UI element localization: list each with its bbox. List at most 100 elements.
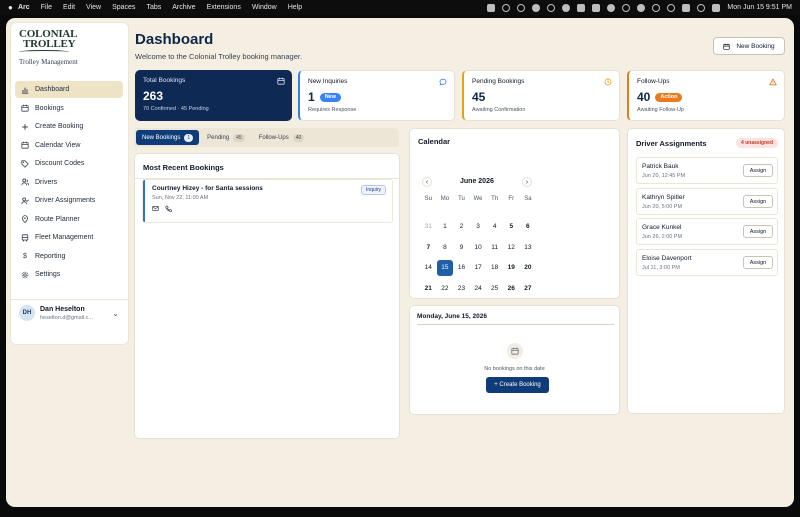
driver-assignment-row[interactable]: Patrick Bauk Jun 20, 12:45 PM Assign [636,157,778,184]
wifi-icon[interactable] [667,3,676,12]
calendar-day[interactable]: 9 [453,237,470,258]
calendar-day[interactable]: 26 [503,278,520,299]
calendar-day[interactable]: 31 [420,217,437,238]
tray-app-icon[interactable] [532,3,541,12]
status-badge: New [319,92,341,102]
tray-app-icon[interactable] [592,3,601,12]
calendar-day[interactable]: 21 [420,278,437,299]
sidebar-item-settings[interactable]: Settings [15,266,123,283]
tray-app-icon[interactable] [607,3,616,12]
tray-app-icon[interactable] [517,3,526,12]
stat-card-total-bookings[interactable]: Total Bookings 263 70 Confirmed · 45 Pen… [135,70,292,121]
calendar-day[interactable]: 24 [470,278,487,299]
sidebar-item-discount-codes[interactable]: Discount Codes [15,155,123,172]
menu-arc[interactable]: Arc [18,4,30,11]
tray-app-icon[interactable] [547,3,556,12]
sidebar-item-drivers[interactable]: Drivers [15,174,123,191]
calendar-day[interactable]: 11 [486,237,503,258]
calendar-day[interactable]: 8 [437,237,454,258]
sidebar-item-route-planner[interactable]: Route Planner [15,211,123,228]
play-icon[interactable] [652,3,661,12]
calendar-day[interactable]: 19 [503,258,520,279]
menu-edit[interactable]: Edit [63,4,75,11]
control-center-icon[interactable] [712,3,721,12]
calendar-day[interactable]: 23 [453,278,470,299]
assign-button[interactable]: Assign [743,164,773,177]
menu-view[interactable]: View [86,4,101,11]
calendar-day[interactable]: 18 [486,258,503,279]
calendar-weekday: Th [491,196,499,202]
calendar-day[interactable]: 22 [437,278,454,299]
menu-spaces[interactable]: Spaces [112,4,135,11]
stat-card-pending-bookings[interactable]: Pending Bookings 45 Awaiting Confirmatio… [462,70,620,121]
new-booking-button[interactable]: New Booking [713,37,785,55]
driver-assignment-row[interactable]: Grace Kunkel Jun 26, 2:00 PM Assign [636,218,778,245]
assign-button[interactable]: Assign [743,225,773,238]
tray-app-icon[interactable] [622,3,631,12]
calendar-day[interactable]: 4 [486,217,503,238]
tray-app-icon[interactable] [487,3,496,12]
colonial-trolley-logo[interactable]: COLONIAL TROLLEY Trolley Management [19,29,78,66]
calendar-day[interactable]: 20 [520,258,537,279]
calendar-day[interactable]: 6 [520,217,537,238]
calendar-day[interactable]: 14 [420,258,437,279]
tray-app-icon[interactable] [502,3,511,12]
sidebar-item-fleet-management[interactable]: Fleet Management [15,229,123,246]
menu-window[interactable]: Window [252,4,277,11]
calendar-day[interactable]: 5 [503,217,520,238]
tray-app-icon[interactable] [577,3,586,12]
menu-tabs[interactable]: Tabs [146,4,161,11]
calendar-day-selected[interactable]: 15 [436,258,454,279]
calendar-weekday: Fr [508,196,515,202]
calendar-day[interactable]: 16 [453,258,470,279]
menubar-clock[interactable]: Mon Jun 15 9:51 PM [727,4,792,11]
recent-bookings-panel: Most Recent Bookings Courtney Hizey - fo… [134,153,400,439]
chevron-left-icon[interactable]: ‹ [422,177,432,187]
calendar-day[interactable]: 1 [437,217,454,238]
calendar-day-number: 8 [443,243,447,251]
calendar-day[interactable]: 10 [470,237,487,258]
menu-archive[interactable]: Archive [172,4,195,11]
apple-icon[interactable]: ● [8,3,18,12]
tray-app-icon[interactable] [562,3,571,12]
calendar-day[interactable]: 27 [520,278,537,299]
sidebar-item-dashboard[interactable]: Dashboard [15,81,123,98]
tab-new-bookings[interactable]: New Bookings 1 [136,130,200,145]
calendar-day[interactable]: 7 [420,237,437,258]
stat-card-new-inquiries[interactable]: New Inquiries 1 New Requires Response [298,70,455,121]
sidebar-item-calendar-view[interactable]: Calendar View [15,137,123,154]
stat-number: 263 [143,89,164,103]
moon-icon[interactable] [637,3,646,12]
create-booking-button[interactable]: + Create Booking [486,377,549,393]
sidebar-item-reporting[interactable]: $ Reporting [15,248,123,265]
calendar-day[interactable]: 12 [503,237,520,258]
user-menu[interactable]: DH Dan Heselton heselton.d@gmail.c... ⌄ [19,305,119,321]
phone-icon[interactable] [165,205,172,212]
driver-assignment-row[interactable]: Eloise Davenport Jul 11, 3:00 PM Assign [636,249,778,276]
driver-assignment-row[interactable]: Kathryn Spitler Jun 20, 5:00 PM Assign [636,188,778,215]
chevron-right-icon[interactable]: › [522,177,532,187]
sidebar-item-bookings[interactable]: Bookings [15,100,123,117]
calendar-day[interactable]: 2 [453,217,470,238]
tab-follow-ups[interactable]: Follow-Ups 40 [253,130,311,145]
battery-icon[interactable] [682,3,691,12]
calendar-day[interactable]: 17 [470,258,487,279]
menu-file[interactable]: File [41,4,52,11]
logo-line-2: TROLLEY [23,38,76,50]
chevron-down-icon[interactable]: ⌄ [112,309,119,318]
stat-card-follow-ups[interactable]: Follow-Ups 40 Action Awaiting Follow-Up [627,70,785,121]
mail-icon[interactable] [152,205,159,212]
menu-extensions[interactable]: Extensions [207,4,241,11]
assign-button[interactable]: Assign [743,195,773,208]
assign-button[interactable]: Assign [743,256,773,269]
calendar-day[interactable]: 3 [470,217,487,238]
sidebar-item-driver-assignments[interactable]: Driver Assignments [15,192,123,209]
sidebar-item-create-booking[interactable]: Create Booking [15,118,123,135]
search-icon[interactable] [697,3,706,12]
tab-pending[interactable]: Pending 45 [201,130,251,145]
calendar-day[interactable]: 25 [486,278,503,299]
booking-card[interactable]: Courtney Hizey - for Santa sessions Sun,… [143,180,392,222]
menu-help[interactable]: Help [288,4,302,11]
calendar-day[interactable]: 13 [520,237,537,258]
stat-number: 1 [308,90,315,104]
